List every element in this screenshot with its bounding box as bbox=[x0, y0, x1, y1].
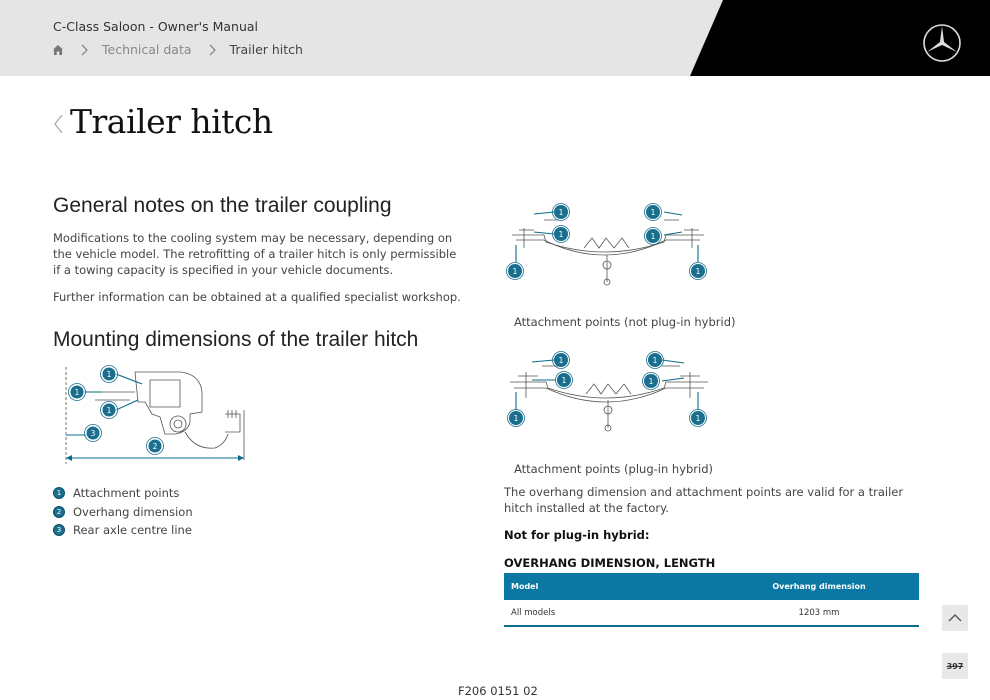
home-icon[interactable] bbox=[52, 44, 64, 56]
legend-item: 3 Rear axle centre line bbox=[53, 521, 193, 540]
attachment-callout: 1 bbox=[642, 372, 660, 390]
general-notes-paragraph: Modifications to the cooling system may … bbox=[53, 231, 457, 277]
table-row: All models 1203 mm bbox=[504, 600, 919, 627]
footer-code: F206 0151 02 bbox=[458, 684, 538, 698]
attachment-callout: 1 bbox=[646, 351, 664, 369]
diagram-callout: 1 bbox=[100, 365, 118, 383]
svg-text:1: 1 bbox=[653, 356, 658, 365]
svg-text:1: 1 bbox=[75, 388, 80, 397]
legend-item: 2 Overhang dimension bbox=[53, 503, 193, 522]
legend-label: Attachment points bbox=[73, 486, 180, 501]
svg-text:1: 1 bbox=[696, 414, 701, 423]
overhang-note: The overhang dimension and attachment po… bbox=[504, 485, 904, 515]
legend-number-badge: 3 bbox=[53, 524, 65, 537]
breadcrumb-technical-data[interactable]: Technical data bbox=[102, 42, 192, 57]
table-title: OVERHANG DIMENSION, LENGTH bbox=[504, 556, 716, 570]
mounting-legend: 1 Attachment points 2 Overhang dimension… bbox=[53, 484, 193, 540]
svg-text:1: 1 bbox=[107, 370, 112, 379]
attachment-callout: 1 bbox=[552, 225, 570, 243]
cell-overhang-value: 1203 mm bbox=[798, 607, 840, 618]
cell-model: All models bbox=[511, 607, 556, 618]
legend-number-badge: 1 bbox=[53, 487, 65, 500]
svg-text:1: 1 bbox=[559, 230, 564, 239]
chevron-right-icon bbox=[209, 44, 216, 55]
attachment-callout: 1 bbox=[506, 262, 524, 280]
diagram-callout: 3 bbox=[84, 424, 102, 442]
page-title-row: Trailer hitch bbox=[52, 102, 273, 141]
svg-text:2: 2 bbox=[153, 442, 158, 451]
table-header-row: Model Overhang dimension bbox=[504, 573, 919, 600]
svg-text:3: 3 bbox=[91, 429, 96, 438]
diagram-callout: 1 bbox=[68, 383, 86, 401]
general-notes-heading: General notes on the trailer coupling bbox=[53, 194, 392, 217]
attachment-callout: 1 bbox=[644, 227, 662, 245]
legend-number-badge: 2 bbox=[53, 505, 65, 518]
scroll-to-top-button[interactable] bbox=[942, 605, 968, 631]
attachment-diagram-plugin: 1 1 1 1 1 1 bbox=[507, 351, 708, 432]
diagram-callout: 2 bbox=[146, 437, 164, 455]
attachment-callout: 1 bbox=[555, 371, 573, 389]
column-header-model: Model bbox=[511, 582, 539, 591]
not-for-plugin-label: Not for plug-in hybrid: bbox=[504, 528, 650, 542]
figure-caption-plugin: Attachment points (plug-in hybrid) bbox=[514, 462, 714, 476]
svg-text:1: 1 bbox=[562, 376, 567, 385]
svg-text:1: 1 bbox=[651, 208, 656, 217]
attachment-callout: 1 bbox=[507, 409, 525, 427]
legend-label: Rear axle centre line bbox=[73, 523, 192, 538]
diagram-callout: 1 bbox=[100, 401, 118, 419]
svg-text:1: 1 bbox=[514, 414, 519, 423]
overhang-table: Model Overhang dimension All models 1203… bbox=[504, 573, 919, 627]
attachment-callout: 1 bbox=[644, 203, 662, 221]
page-number-badge[interactable]: 397 bbox=[942, 653, 968, 679]
attachment-callout: 1 bbox=[689, 262, 707, 280]
general-notes-further-info: Further information can be obtained at a… bbox=[53, 290, 461, 304]
figure-caption-not-plugin: Attachment points (not plug-in hybrid) bbox=[514, 315, 736, 329]
attachment-diagram-not-plugin: 1 1 1 1 1 1 bbox=[506, 203, 707, 286]
attachment-callout: 1 bbox=[689, 409, 707, 427]
page-title: Trailer hitch bbox=[70, 102, 273, 141]
svg-text:1: 1 bbox=[559, 208, 564, 217]
attachment-callout: 1 bbox=[552, 351, 570, 369]
chevron-left-icon[interactable] bbox=[52, 113, 64, 135]
legend-item: 1 Attachment points bbox=[53, 484, 193, 503]
svg-text:1: 1 bbox=[651, 232, 656, 241]
app-title: C-Class Saloon - Owner's Manual bbox=[53, 19, 258, 34]
breadcrumb-current: Trailer hitch bbox=[229, 42, 303, 57]
svg-text:1: 1 bbox=[107, 406, 112, 415]
mounting-diagram: 1 1 1 2 3 bbox=[65, 365, 245, 464]
svg-text:1: 1 bbox=[513, 267, 518, 276]
svg-text:1: 1 bbox=[696, 267, 701, 276]
breadcrumb: Technical data Trailer hitch bbox=[52, 42, 303, 57]
svg-text:1: 1 bbox=[649, 377, 654, 386]
mounting-heading: Mounting dimensions of the trailer hitch bbox=[53, 328, 419, 351]
attachment-callout: 1 bbox=[552, 203, 570, 221]
mercedes-star-logo[interactable] bbox=[922, 23, 962, 63]
chevron-right-icon bbox=[81, 44, 88, 55]
legend-label: Overhang dimension bbox=[73, 504, 193, 519]
chevron-up-icon bbox=[948, 614, 962, 622]
svg-text:1: 1 bbox=[559, 356, 564, 365]
column-header-overhang: Overhang dimension bbox=[772, 582, 866, 591]
